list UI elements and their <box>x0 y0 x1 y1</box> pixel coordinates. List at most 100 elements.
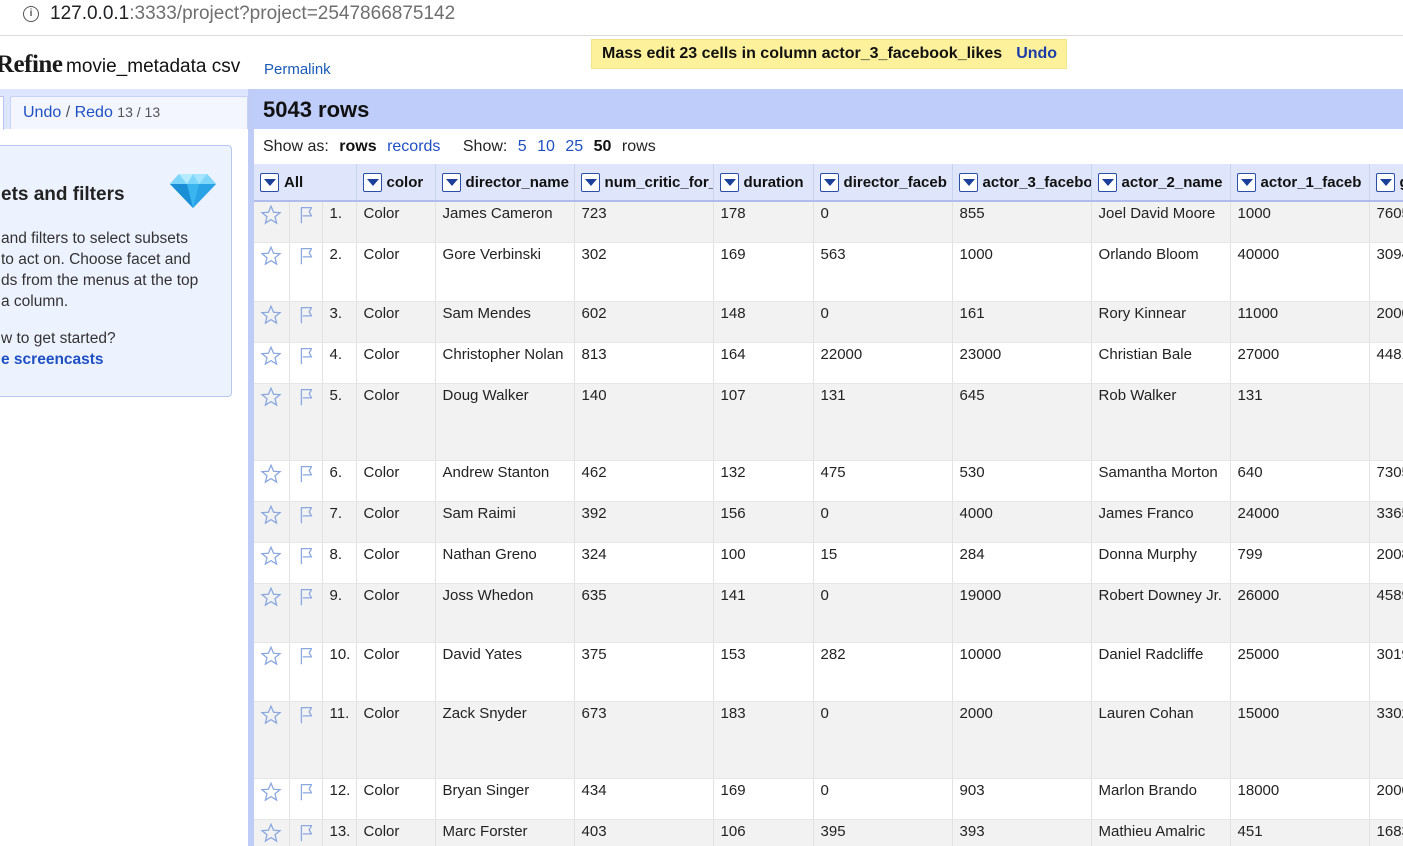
column-header[interactable]: director_name <box>435 164 575 202</box>
cell-director-facebook-likes[interactable]: 475 <box>813 460 953 502</box>
cell-duration[interactable]: 132 <box>713 460 814 502</box>
cell-director-facebook-likes[interactable]: 0 <box>813 201 953 243</box>
tab-undo-redo[interactable]: Undo / Redo 13 / 13 <box>10 96 248 129</box>
cell-color[interactable]: Color <box>356 460 436 502</box>
flag-cell[interactable] <box>289 301 323 343</box>
page-size-10[interactable]: 10 <box>537 138 555 155</box>
cell-actor-2-name[interactable]: Joel David Moore <box>1091 201 1231 243</box>
cell-actor-3-facebook-likes[interactable]: 855 <box>952 201 1092 243</box>
cell-actor-3-facebook-likes[interactable]: 19000 <box>952 583 1092 643</box>
star-icon[interactable] <box>260 781 282 803</box>
flag-cell[interactable] <box>289 542 323 584</box>
cell-color[interactable]: Color <box>356 642 436 702</box>
column-header[interactable]: color <box>356 164 436 202</box>
cell-director-name[interactable]: Nathan Greno <box>435 542 575 584</box>
cell-actor-3-facebook-likes[interactable]: 645 <box>952 383 1092 461</box>
cell-director-name[interactable]: Bryan Singer <box>435 778 575 820</box>
cell-color[interactable]: Color <box>356 819 436 846</box>
cell-duration[interactable]: 169 <box>713 778 814 820</box>
cell-color[interactable]: Color <box>356 778 436 820</box>
chevron-down-icon[interactable] <box>958 172 978 192</box>
cell-gross[interactable]: 7605 <box>1369 201 1403 243</box>
address-bar[interactable]: i 127.0.0.1:3333/project?project=2547866… <box>0 0 1403 36</box>
cell-actor-3-facebook-likes[interactable]: 284 <box>952 542 1092 584</box>
cell-num-critic[interactable]: 602 <box>574 301 714 343</box>
cell-actor-1-facebook-likes[interactable]: 799 <box>1230 542 1370 584</box>
cell-num-critic[interactable]: 324 <box>574 542 714 584</box>
chevron-down-icon[interactable] <box>1097 172 1117 192</box>
cell-actor-1-facebook-likes[interactable]: 27000 <box>1230 342 1370 384</box>
cell-duration[interactable]: 148 <box>713 301 814 343</box>
flag-icon[interactable] <box>295 586 317 608</box>
cell-duration[interactable]: 183 <box>713 701 814 779</box>
cell-director-name[interactable]: David Yates <box>435 642 575 702</box>
flag-cell[interactable] <box>289 583 323 643</box>
screencasts-link[interactable]: e screencasts <box>1 351 104 369</box>
chevron-down-icon[interactable] <box>719 172 739 192</box>
star-icon[interactable] <box>260 386 282 408</box>
flag-cell[interactable] <box>289 501 323 543</box>
cell-actor-2-name[interactable]: James Franco <box>1091 501 1231 543</box>
cell-num-critic[interactable]: 375 <box>574 642 714 702</box>
cell-num-critic[interactable]: 140 <box>574 383 714 461</box>
page-size-5[interactable]: 5 <box>518 138 527 155</box>
cell-actor-2-name[interactable]: Donna Murphy <box>1091 542 1231 584</box>
cell-actor-1-facebook-likes[interactable]: 11000 <box>1230 301 1370 343</box>
cell-color[interactable]: Color <box>356 201 436 243</box>
project-name[interactable]: movie_metadata csv <box>66 56 240 78</box>
cell-director-name[interactable]: Sam Mendes <box>435 301 575 343</box>
show-as-records[interactable]: records <box>387 138 440 155</box>
cell-duration[interactable]: 141 <box>713 583 814 643</box>
cell-gross[interactable]: 1683 <box>1369 819 1403 846</box>
cell-duration[interactable]: 153 <box>713 642 814 702</box>
cell-gross[interactable]: 3302 <box>1369 701 1403 779</box>
star-icon[interactable] <box>260 245 282 267</box>
star-cell[interactable] <box>254 501 290 543</box>
cell-director-name[interactable]: Doug Walker <box>435 383 575 461</box>
cell-director-facebook-likes[interactable]: 395 <box>813 819 953 846</box>
notification-undo-link[interactable]: Undo <box>1016 45 1057 62</box>
cell-duration[interactable]: 156 <box>713 501 814 543</box>
cell-director-facebook-likes[interactable]: 0 <box>813 701 953 779</box>
cell-duration[interactable]: 178 <box>713 201 814 243</box>
cell-actor-3-facebook-likes[interactable]: 530 <box>952 460 1092 502</box>
cell-num-critic[interactable]: 302 <box>574 242 714 302</box>
column-header[interactable]: director_faceb <box>813 164 953 202</box>
column-header[interactable]: duration <box>713 164 814 202</box>
flag-cell[interactable] <box>289 642 323 702</box>
cell-duration[interactable]: 100 <box>713 542 814 584</box>
cell-actor-1-facebook-likes[interactable]: 26000 <box>1230 583 1370 643</box>
chevron-down-icon[interactable] <box>260 172 279 192</box>
cell-director-name[interactable]: Christopher Nolan <box>435 342 575 384</box>
star-icon[interactable] <box>260 504 282 526</box>
cell-color[interactable]: Color <box>356 301 436 343</box>
chevron-down-icon[interactable] <box>819 172 839 192</box>
cell-director-facebook-likes[interactable]: 0 <box>813 301 953 343</box>
flag-icon[interactable] <box>295 345 317 367</box>
cell-director-facebook-likes[interactable]: 0 <box>813 778 953 820</box>
chevron-down-icon[interactable] <box>1236 172 1256 192</box>
flag-icon[interactable] <box>295 545 317 567</box>
star-icon[interactable] <box>260 822 282 844</box>
star-cell[interactable] <box>254 301 290 343</box>
cell-color[interactable]: Color <box>356 342 436 384</box>
column-header[interactable]: actor_2_name <box>1091 164 1231 202</box>
logo[interactable]: Refine <box>0 51 63 79</box>
cell-gross[interactable] <box>1369 383 1403 461</box>
cell-director-name[interactable]: Joss Whedon <box>435 583 575 643</box>
cell-actor-2-name[interactable]: Orlando Bloom <box>1091 242 1231 302</box>
star-cell[interactable] <box>254 819 290 846</box>
cell-actor-3-facebook-likes[interactable]: 23000 <box>952 342 1092 384</box>
cell-gross[interactable]: 2000 <box>1369 778 1403 820</box>
cell-actor-2-name[interactable]: Robert Downey Jr. <box>1091 583 1231 643</box>
cell-gross[interactable]: 4589 <box>1369 583 1403 643</box>
cell-duration[interactable]: 107 <box>713 383 814 461</box>
cell-actor-2-name[interactable]: Lauren Cohan <box>1091 701 1231 779</box>
cell-director-facebook-likes[interactable]: 15 <box>813 542 953 584</box>
star-cell[interactable] <box>254 342 290 384</box>
star-icon[interactable] <box>260 463 282 485</box>
cell-director-name[interactable]: Sam Raimi <box>435 501 575 543</box>
cell-actor-1-facebook-likes[interactable]: 451 <box>1230 819 1370 846</box>
cell-gross[interactable]: 3019 <box>1369 642 1403 702</box>
flag-icon[interactable] <box>295 822 317 844</box>
